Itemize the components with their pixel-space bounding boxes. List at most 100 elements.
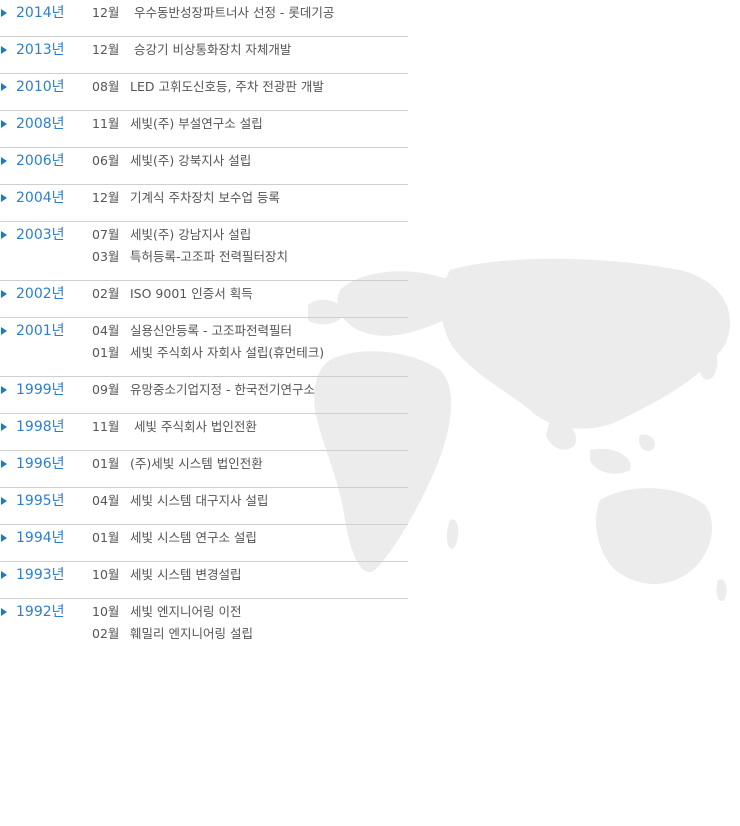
year-label: 2003년: [16, 227, 65, 243]
event-item: 02월 훼밀리 엔지니어링 설립: [92, 624, 408, 646]
event-month: 03월: [92, 249, 120, 264]
right-triangle-icon: [1, 460, 7, 468]
event-item: 12월 우수동반성장파트너사 선정 - 롯데기공: [92, 3, 408, 25]
event-description: 실용신안등록 - 고조파전력필터: [130, 323, 292, 338]
event-list: 08월 LED 고휘도신호등, 주차 전광판 개발: [92, 77, 408, 99]
event-list: 12월 기계식 주차장치 보수업 등록: [92, 188, 408, 210]
event-item: 10월 세빛 시스템 변경설립: [92, 565, 408, 587]
event-month: 06월: [92, 153, 120, 168]
event-month: 02월: [92, 286, 120, 301]
year-cell: 1999년: [0, 380, 80, 400]
event-month: 12월: [92, 42, 120, 57]
year-label: 2004년: [16, 190, 65, 206]
year-label: 2002년: [16, 286, 65, 302]
year-label: 2001년: [16, 323, 65, 339]
event-list: 10월 세빛 엔지니어링 이전 02월 훼밀리 엔지니어링 설립: [92, 602, 408, 646]
event-item: 08월 LED 고휘도신호등, 주차 전광판 개발: [92, 77, 408, 99]
year-label: 1993년: [16, 567, 65, 583]
event-list: 01월 (주)세빛 시스템 법인전환: [92, 454, 408, 476]
timeline-entry: 1998년 11월 세빛 주식회사 법인전환: [0, 414, 408, 451]
right-triangle-icon: [1, 497, 7, 505]
right-triangle-icon: [1, 290, 7, 298]
timeline-entry: 2014년 12월 우수동반성장파트너사 선정 - 롯데기공: [0, 0, 408, 37]
event-item: 10월 세빛 엔지니어링 이전: [92, 602, 408, 624]
event-item: 03월 특허등록-고조파 전력필터장치: [92, 247, 408, 269]
event-list: 12월 승강기 비상통화장치 자체개발: [92, 40, 408, 62]
right-triangle-icon: [1, 231, 7, 239]
event-list: 04월 실용신안등록 - 고조파전력필터 01월 세빛 주식회사 자회사 설립(휴먼테…: [92, 321, 408, 365]
event-description: 훼밀리 엔지니어링 설립: [130, 626, 253, 641]
year-cell: 1993년: [0, 565, 80, 585]
event-month: 08월: [92, 79, 120, 94]
right-triangle-icon: [1, 386, 7, 394]
event-description: LED 고휘도신호등, 주차 전광판 개발: [130, 79, 324, 94]
event-item: 06월 세빛(주) 강북지사 설립: [92, 151, 408, 173]
event-month: 11월: [92, 116, 120, 131]
event-description: 세빛 시스템 변경설립: [130, 567, 242, 582]
event-item: 07월 세빛(주) 강남지사 설립: [92, 225, 408, 247]
year-cell: 2001년: [0, 321, 80, 341]
right-triangle-icon: [1, 534, 7, 542]
timeline-entry: 1993년 10월 세빛 시스템 변경설립: [0, 562, 408, 599]
event-list: 10월 세빛 시스템 변경설립: [92, 565, 408, 587]
event-month: 01월: [92, 530, 120, 545]
timeline-entry: 2004년 12월 기계식 주차장치 보수업 등록: [0, 185, 408, 222]
event-list: 09월 유망중소기업지정 - 한국전기연구소: [92, 380, 408, 402]
right-triangle-icon: [1, 157, 7, 165]
timeline-entry: 1992년 10월 세빛 엔지니어링 이전 02월 훼밀리 엔지니어링 설립: [0, 599, 408, 657]
right-triangle-icon: [1, 83, 7, 91]
event-description: ISO 9001 인증서 획득: [130, 286, 253, 301]
event-item: 12월 기계식 주차장치 보수업 등록: [92, 188, 408, 210]
event-description: 특허등록-고조파 전력필터장치: [130, 249, 288, 264]
year-cell: 2004년: [0, 188, 80, 208]
event-description: 유망중소기업지정 - 한국전기연구소: [130, 382, 315, 397]
timeline-entry: 1995년 04월 세빛 시스템 대구지사 설립: [0, 488, 408, 525]
event-month: 02월: [92, 626, 120, 641]
timeline-entry: 2006년 06월 세빛(주) 강북지사 설립: [0, 148, 408, 185]
year-cell: 1996년: [0, 454, 80, 474]
right-triangle-icon: [1, 608, 7, 616]
year-cell: 1994년: [0, 528, 80, 548]
event-description: 세빛(주) 강북지사 설립: [130, 153, 252, 168]
year-cell: 2003년: [0, 225, 80, 245]
event-month: 01월: [92, 345, 120, 360]
event-description: 세빛(주) 강남지사 설립: [130, 227, 252, 242]
event-description: 세빛 주식회사 자회사 설립(휴먼테크): [130, 345, 325, 360]
event-month: 09월: [92, 382, 120, 397]
event-description: (주)세빛 시스템 법인전환: [130, 456, 263, 471]
event-month: 04월: [92, 493, 120, 508]
event-list: 02월 ISO 9001 인증서 획득: [92, 284, 408, 306]
right-triangle-icon: [1, 327, 7, 335]
year-label: 1999년: [16, 382, 65, 398]
event-list: 11월 세빛 주식회사 법인전환: [92, 417, 408, 439]
event-item: 04월 실용신안등록 - 고조파전력필터: [92, 321, 408, 343]
event-list: 12월 우수동반성장파트너사 선정 - 롯데기공: [92, 3, 408, 25]
year-cell: 1995년: [0, 491, 80, 511]
timeline-entry: 1996년 01월 (주)세빛 시스템 법인전환: [0, 451, 408, 488]
event-description: 기계식 주차장치 보수업 등록: [130, 190, 280, 205]
right-triangle-icon: [1, 9, 7, 17]
event-description: 세빛(주) 부설연구소 설립: [130, 116, 263, 131]
year-label: 1995년: [16, 493, 65, 509]
event-description: 세빛 주식회사 법인전환: [130, 419, 257, 434]
year-label: 2010년: [16, 79, 65, 95]
year-label: 2013년: [16, 42, 65, 58]
event-item: 12월 승강기 비상통화장치 자체개발: [92, 40, 408, 62]
year-label: 1996년: [16, 456, 65, 472]
event-description: 세빛 시스템 연구소 설립: [130, 530, 257, 545]
event-month: 04월: [92, 323, 120, 338]
event-month: 01월: [92, 456, 120, 471]
year-label: 1998년: [16, 419, 65, 435]
event-item: 11월 세빛 주식회사 법인전환: [92, 417, 408, 439]
year-cell: 1998년: [0, 417, 80, 437]
year-cell: 2014년: [0, 3, 80, 23]
timeline-entry: 1994년 01월 세빛 시스템 연구소 설립: [0, 525, 408, 562]
event-list: 11월 세빛(주) 부설연구소 설립: [92, 114, 408, 136]
timeline-entry: 1999년 09월 유망중소기업지정 - 한국전기연구소: [0, 377, 408, 414]
right-triangle-icon: [1, 571, 7, 579]
right-triangle-icon: [1, 46, 7, 54]
year-cell: 2013년: [0, 40, 80, 60]
timeline-entry: 2010년 08월 LED 고휘도신호등, 주차 전광판 개발: [0, 74, 408, 111]
year-label: 1994년: [16, 530, 65, 546]
year-cell: 2010년: [0, 77, 80, 97]
